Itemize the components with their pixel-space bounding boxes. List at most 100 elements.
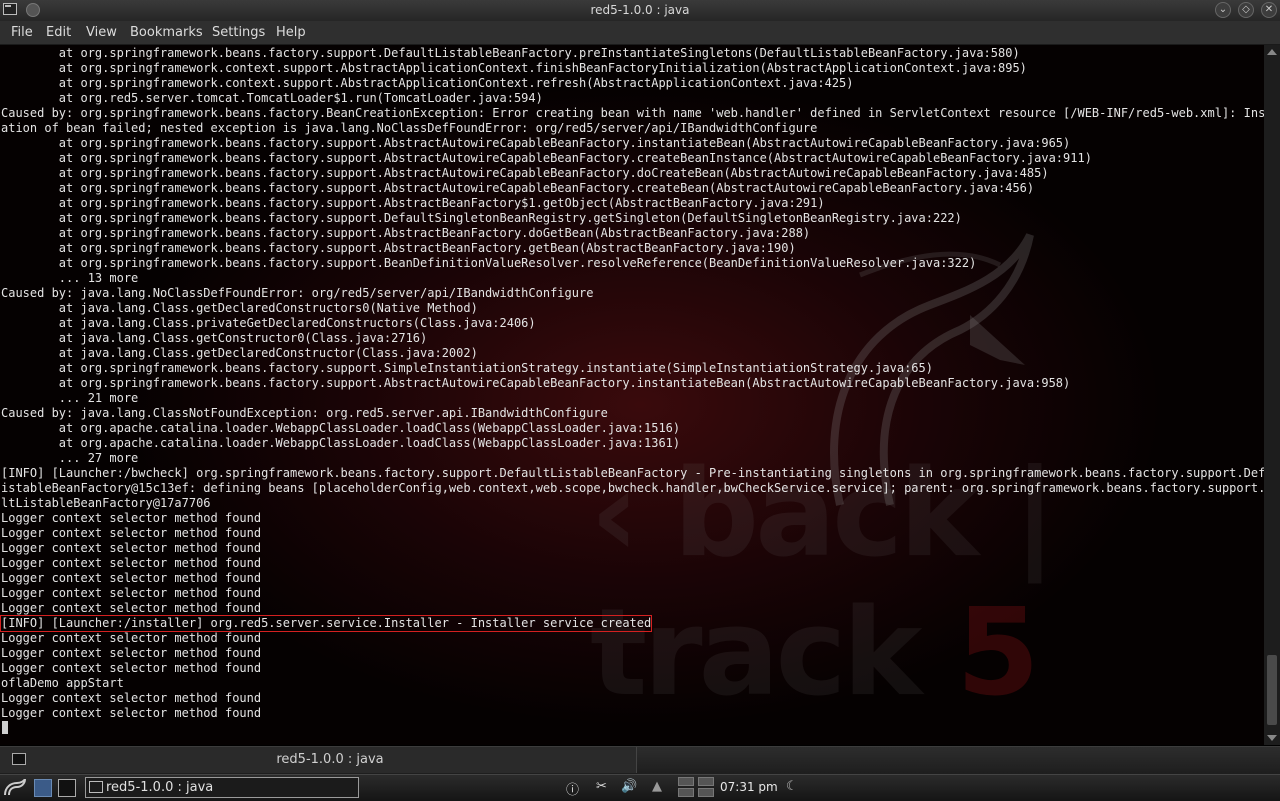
terminal-line: at org.springframework.beans.factory.sup…: [1, 166, 1263, 181]
task-terminal-icon: [89, 781, 103, 793]
terminal-line-text: Logger context selector method found: [1, 631, 262, 645]
terminal-line: Logger context selector method found: [1, 556, 1263, 571]
taskbar-task-red5-java[interactable]: red5-1.0.0 : java: [85, 777, 359, 798]
terminal-line-text: ation of bean failed; nested exception i…: [1, 121, 818, 135]
scroll-up-arrow-icon[interactable]: [1267, 49, 1277, 55]
maximize-button[interactable]: ◇: [1238, 2, 1254, 18]
terminal-line-text: Logger context selector method found: [1, 541, 262, 555]
terminal-line-text: at org.springframework.context.support.A…: [1, 61, 1027, 75]
terminal-line-text: at org.springframework.context.support.A…: [1, 76, 854, 90]
file-manager-icon[interactable]: [34, 779, 52, 797]
terminal-line-text: Logger context selector method found: [1, 586, 262, 600]
terminal-line-text: ltListableBeanFactory@17a7706: [1, 496, 211, 510]
terminal-line: ... 13 more: [1, 271, 1263, 286]
terminal-line-text: ... 21 more: [1, 391, 139, 405]
terminal-line-text: at org.springframework.beans.factory.sup…: [1, 136, 1071, 150]
terminal-line-text: at org.apache.catalina.loader.WebappClas…: [1, 421, 681, 435]
text-cursor: [2, 721, 8, 734]
network-icon[interactable]: ✂: [596, 779, 607, 794]
menu-help[interactable]: Help: [276, 25, 306, 40]
terminal-line: Logger context selector method found: [1, 691, 1263, 706]
terminal-line-text: Caused by: org.springframework.beans.fac…: [1, 106, 1264, 120]
terminal-line: at org.springframework.beans.factory.sup…: [1, 211, 1263, 226]
vertical-scrollbar[interactable]: [1264, 45, 1280, 745]
menu-file[interactable]: File: [11, 25, 33, 40]
clock[interactable]: 07:31 pm: [720, 780, 778, 794]
highlighted-log-line: [INFO] [Launcher:/installer] org.red5.se…: [0, 615, 1263, 632]
terminal-launcher-icon[interactable]: [58, 779, 76, 797]
scroll-thumb[interactable]: [1267, 655, 1277, 725]
terminal-line: Logger context selector method found: [1, 631, 1263, 646]
terminal-line-text: at org.springframework.beans.factory.sup…: [1, 361, 933, 375]
terminal-line: Logger context selector method found: [1, 571, 1263, 586]
terminal-line: ltListableBeanFactory@17a7706: [1, 496, 1263, 511]
terminal-line: at org.springframework.context.support.A…: [1, 61, 1263, 76]
menu-bookmarks[interactable]: Bookmarks: [130, 25, 203, 40]
terminal-line: Logger context selector method found: [1, 511, 1263, 526]
terminal-line-text: at java.lang.Class.getDeclaredConstructo…: [1, 301, 478, 315]
updates-icon[interactable]: ▲: [652, 779, 662, 794]
terminal-line: at java.lang.Class.getConstructor0(Class…: [1, 331, 1263, 346]
terminal-line: at org.springframework.beans.factory.sup…: [1, 226, 1263, 241]
menu-edit[interactable]: Edit: [46, 25, 71, 40]
terminal-line-text: oflaDemo appStart: [1, 676, 124, 690]
menu-view[interactable]: View: [86, 25, 117, 40]
close-button[interactable]: ✕: [1261, 2, 1277, 18]
info-icon[interactable]: ⓘ: [566, 779, 579, 798]
menu-settings[interactable]: Settings: [212, 25, 265, 40]
terminal-line: at org.springframework.beans.factory.sup…: [1, 151, 1263, 166]
window-title: red5-1.0.0 : java: [590, 3, 690, 17]
task-label: red5-1.0.0 : java: [106, 780, 214, 795]
terminal-line-text: at org.springframework.beans.factory.sup…: [1, 211, 962, 225]
window-titlebar[interactable]: red5-1.0.0 : java ⌄ ◇ ✕: [0, 0, 1280, 22]
terminal-lines: at org.springframework.beans.factory.sup…: [0, 46, 1264, 721]
terminal-line-text: [INFO] [Launcher:/installer] org.red5.se…: [0, 615, 653, 632]
workspace-2[interactable]: [698, 777, 714, 786]
volume-icon[interactable]: 🔊: [621, 779, 637, 794]
terminal-line: at org.apache.catalina.loader.WebappClas…: [1, 436, 1263, 451]
terminal-line-text: at java.lang.Class.getConstructor0(Class…: [1, 331, 428, 345]
terminal-line: at org.apache.catalina.loader.WebappClas…: [1, 421, 1263, 436]
terminal-line-text: Logger context selector method found: [1, 571, 262, 585]
terminal-line: at org.springframework.beans.factory.sup…: [1, 241, 1263, 256]
terminal-line: Caused by: org.springframework.beans.fac…: [1, 106, 1264, 121]
terminal-output[interactable]: ‹ back | track 5 at org.springframework.…: [0, 45, 1264, 745]
tab-red5-java[interactable]: red5-1.0.0 : java: [0, 747, 637, 773]
workspace-1[interactable]: [678, 777, 694, 786]
terminal-line-text: Logger context selector method found: [1, 526, 262, 540]
moon-icon[interactable]: ☾: [786, 779, 798, 794]
tab-label: red5-1.0.0 : java: [276, 752, 384, 767]
terminal-line: at org.springframework.beans.factory.sup…: [1, 256, 1263, 271]
terminal-line: at org.springframework.beans.factory.sup…: [1, 136, 1263, 151]
terminal-line: at org.red5.server.tomcat.TomcatLoader$1…: [1, 91, 1263, 106]
terminal-line-text: at org.apache.catalina.loader.WebappClas…: [1, 436, 681, 450]
dragon-menu-icon[interactable]: [3, 779, 27, 797]
terminal-line-text: Logger context selector method found: [1, 556, 262, 570]
terminal-line-text: at org.springframework.beans.factory.sup…: [1, 166, 1049, 180]
terminal-line-text: at java.lang.Class.getDeclaredConstructo…: [1, 346, 478, 360]
terminal-line: at org.springframework.context.support.A…: [1, 76, 1263, 91]
terminal-line: at org.springframework.beans.factory.sup…: [1, 196, 1263, 211]
terminal-line: at org.springframework.beans.factory.sup…: [1, 376, 1263, 391]
terminal-line: oflaDemo appStart: [1, 676, 1263, 691]
terminal-line-text: at org.springframework.beans.factory.sup…: [1, 181, 1035, 195]
terminal-line-text: at org.springframework.beans.factory.sup…: [1, 241, 796, 255]
terminal-line-text: Logger context selector method found: [1, 706, 262, 720]
terminal-line: Logger context selector method found: [1, 601, 1263, 616]
terminal-line: Logger context selector method found: [1, 541, 1263, 556]
terminal-line-text: Logger context selector method found: [1, 601, 262, 615]
terminal-line: ation of bean failed; nested exception i…: [1, 121, 1263, 136]
terminal-line-text: Logger context selector method found: [1, 661, 262, 675]
system-taskbar: red5-1.0.0 : java ⓘ ✂ 🔊 ▲ 07:31 pm ☾: [0, 774, 1280, 801]
scroll-down-arrow-icon[interactable]: [1267, 735, 1277, 741]
workspace-4[interactable]: [698, 788, 714, 797]
terminal-line: at org.springframework.beans.factory.sup…: [1, 181, 1263, 196]
terminal-line-text: ... 27 more: [1, 451, 139, 465]
terminal-line: Logger context selector method found: [1, 646, 1263, 661]
menu-bar: File Edit View Bookmarks Settings Help: [0, 21, 1280, 45]
terminal-line-text: istableBeanFactory@15c13ef: defining bea…: [1, 481, 1264, 495]
terminal-line: [INFO] [Launcher:/bwcheck] org.springfra…: [1, 466, 1264, 481]
terminal-line-text: ... 13 more: [1, 271, 139, 285]
minimize-button[interactable]: ⌄: [1215, 2, 1231, 18]
workspace-3[interactable]: [678, 788, 694, 797]
